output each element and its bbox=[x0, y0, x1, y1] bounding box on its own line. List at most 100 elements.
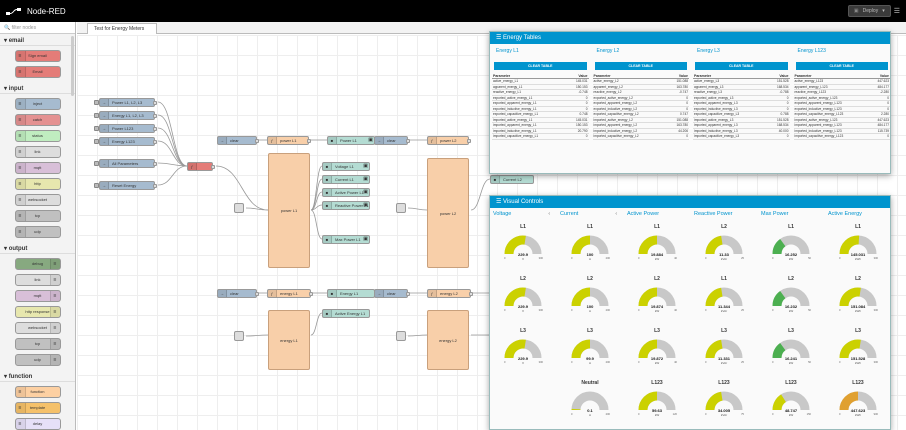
link-in-node-2[interactable] bbox=[396, 203, 406, 213]
clear-node-mid[interactable]: → clear bbox=[374, 136, 410, 145]
chevron-left-icon[interactable]: ‹ bbox=[548, 211, 550, 217]
inject-button[interactable] bbox=[94, 113, 99, 118]
tab-test-for-energy-meters[interactable]: Test for Energy Meters bbox=[87, 23, 157, 34]
inject-button[interactable] bbox=[94, 183, 99, 188]
menu-icon[interactable]: ☰ bbox=[894, 7, 900, 15]
palette-node-inject[interactable]: ≡ inject bbox=[14, 98, 61, 110]
clear-node-bottom[interactable]: → clear bbox=[217, 289, 259, 298]
palette-category-email[interactable]: ▾ email bbox=[0, 34, 75, 46]
ui-node-max-power-l1[interactable]: ■ Max Power L1 ▣ bbox=[322, 235, 370, 244]
energy-l1-function[interactable]: energy L1 bbox=[268, 310, 310, 370]
palette-node-status[interactable]: ≡ status bbox=[14, 130, 61, 142]
palette-category-function[interactable]: ▾ function bbox=[0, 370, 75, 382]
clear-node-top[interactable]: → clear bbox=[217, 136, 259, 145]
output-port[interactable] bbox=[211, 165, 215, 169]
output-port[interactable] bbox=[467, 139, 471, 143]
ui-node-active-energy-l1[interactable]: ■ Active Energy L1 bbox=[322, 309, 370, 318]
inject-node-all-parameters[interactable]: → All Parameters bbox=[94, 159, 157, 168]
inject-button[interactable] bbox=[94, 139, 99, 144]
wire[interactable] bbox=[157, 114, 188, 167]
power-l1-function[interactable]: power L1 bbox=[268, 153, 310, 268]
ui-node-reactive-power-l1[interactable]: ■ Reactive Power L1 ▣ bbox=[322, 201, 370, 210]
inject-node-reset-energy[interactable]: → Reset Energy bbox=[94, 181, 157, 190]
ui-node-energy-l1[interactable]: ■ Energy L1 bbox=[327, 289, 375, 298]
chevron-left-icon[interactable]: ‹ bbox=[615, 211, 617, 217]
power-l1-node[interactable]: ƒ power L1 bbox=[267, 136, 311, 145]
palette-node-catch[interactable]: ≡ catch bbox=[14, 114, 61, 126]
column-header-value[interactable]: Value bbox=[779, 74, 788, 78]
column-header-value[interactable]: Value bbox=[880, 74, 889, 78]
palette-node-websocket[interactable]: ≡ websocket bbox=[14, 194, 61, 206]
clear-node-bottom-2[interactable]: → clear bbox=[374, 289, 410, 298]
palette-category-input[interactable]: ▾ input bbox=[0, 82, 75, 94]
output-port[interactable] bbox=[469, 292, 473, 296]
ui-node-power-l1[interactable]: ■ Power L1 ▣ bbox=[327, 136, 375, 145]
palette-node-delay[interactable]: ≡ delay bbox=[14, 418, 61, 430]
output-port[interactable] bbox=[153, 184, 157, 188]
wire[interactable] bbox=[245, 334, 269, 337]
link-in-node[interactable] bbox=[234, 203, 244, 213]
inject-node-energy-l1-l2-l3[interactable]: → Energy L1, L2, L3 bbox=[94, 111, 157, 120]
wire[interactable] bbox=[157, 165, 188, 186]
wire[interactable] bbox=[407, 334, 428, 337]
ui-node-active-power-l1[interactable]: ■ Active Power L1 ▣ bbox=[322, 188, 370, 197]
energy-l1-node[interactable]: ƒ energy L1 bbox=[267, 289, 313, 298]
palette-filter-input[interactable]: 🔍 filter nodes bbox=[0, 22, 75, 34]
wire[interactable] bbox=[470, 178, 491, 211]
chevron-down-icon[interactable]: ▾ bbox=[882, 8, 885, 14]
clear-table-button[interactable]: CLEAR TABLE bbox=[594, 62, 687, 70]
column-header-parameter[interactable]: Parameter bbox=[795, 74, 812, 78]
table-row[interactable]: imported_capacitive_energy_L123 0 bbox=[793, 134, 890, 140]
energy-l2-node[interactable]: ƒ energy L2 bbox=[427, 289, 473, 298]
inject-button[interactable] bbox=[94, 126, 99, 131]
clear-table-button[interactable]: CLEAR TABLE bbox=[494, 62, 587, 70]
inject-button[interactable] bbox=[94, 161, 99, 166]
wire[interactable] bbox=[310, 209, 323, 240]
palette-node-udp[interactable]: ≡ udp bbox=[14, 226, 61, 238]
table-row[interactable]: imported_capacitive_energy_L3 0 bbox=[693, 134, 790, 140]
palette-scrollbar[interactable] bbox=[71, 36, 74, 96]
ui-node-voltage-l1[interactable]: ■ Voltage L1 ▣ bbox=[322, 162, 370, 171]
link-in-node-4[interactable] bbox=[396, 331, 406, 341]
rbe-node[interactable]: ƒ bbox=[187, 162, 215, 171]
output-port[interactable] bbox=[153, 140, 157, 144]
wire[interactable] bbox=[157, 140, 188, 167]
output-port[interactable] bbox=[153, 162, 157, 166]
palette-node-mqtt[interactable]: ≡ mqtt bbox=[14, 290, 61, 302]
inject-node-energy-l123[interactable]: → Energy L123 bbox=[94, 137, 157, 146]
wire[interactable] bbox=[245, 207, 269, 211]
output-port[interactable] bbox=[153, 114, 157, 118]
inject-button[interactable] bbox=[94, 100, 99, 105]
deploy-button[interactable]: ▣ Deploy ▾ bbox=[847, 5, 891, 17]
power-l2-node[interactable]: ƒ power L2 bbox=[427, 136, 471, 145]
table-row[interactable]: imported_capacitive_energy_L2 0 bbox=[592, 134, 689, 140]
output-port[interactable] bbox=[406, 139, 410, 143]
palette-node-template[interactable]: ≡ template bbox=[14, 402, 61, 414]
output-port[interactable] bbox=[255, 292, 259, 296]
inject-node-power-l123[interactable]: → Power L123 bbox=[94, 124, 157, 133]
column-header-value[interactable]: Value bbox=[578, 74, 587, 78]
power-l2-function[interactable]: power L2 bbox=[427, 158, 469, 268]
wire[interactable] bbox=[407, 207, 428, 211]
palette-category-output[interactable]: ▾ output bbox=[0, 242, 75, 254]
wire[interactable] bbox=[310, 312, 323, 336]
energy-l2-function[interactable]: energy L2 bbox=[427, 310, 469, 370]
palette-node-tcp[interactable]: ≡ tcp bbox=[14, 338, 61, 350]
palette-node-tcp[interactable]: ≡ tcp bbox=[14, 210, 61, 222]
table-row[interactable]: imported_capacitive_energy_L1 0 bbox=[492, 134, 589, 140]
column-header-parameter[interactable]: Parameter bbox=[594, 74, 611, 78]
ui-node-current-l1[interactable]: ■ Current L1 ▣ bbox=[322, 175, 370, 184]
palette-node-websocket[interactable]: ≡ websocket bbox=[14, 322, 61, 334]
palette-node-udp[interactable]: ≡ udp bbox=[14, 354, 61, 366]
palette-node-email[interactable]: ≡ Email bbox=[14, 66, 61, 78]
output-port[interactable] bbox=[309, 292, 313, 296]
output-port[interactable] bbox=[406, 292, 410, 296]
column-header-value[interactable]: Value bbox=[679, 74, 688, 78]
clear-table-button[interactable]: CLEAR TABLE bbox=[695, 62, 788, 70]
palette-node-link[interactable]: ≡ link bbox=[14, 274, 61, 286]
palette-node-http-response[interactable]: ≡ http response bbox=[14, 306, 61, 318]
palette-node-function[interactable]: ≡ function bbox=[14, 386, 61, 398]
palette-node-link[interactable]: ≡ link bbox=[14, 146, 61, 158]
output-port[interactable] bbox=[255, 139, 259, 143]
palette-node-sign-email[interactable]: ≡ Sign email bbox=[14, 50, 61, 62]
